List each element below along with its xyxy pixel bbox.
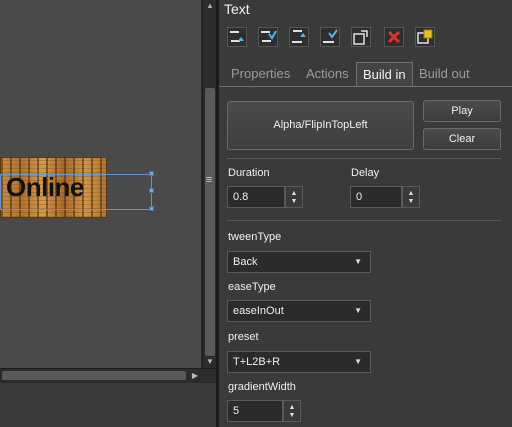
panel-title: Text [224, 1, 250, 17]
divider [227, 158, 501, 159]
align-bottom-down-icon [323, 29, 338, 43]
splitter-grip-icon[interactable]: ≡ [203, 174, 215, 186]
vertical-scroll-thumb[interactable] [205, 88, 215, 356]
tweentype-value: Back [233, 256, 258, 268]
preset-select[interactable]: T+L2B+R ▼ [227, 351, 371, 373]
divider [227, 220, 501, 221]
tweentype-label: tweenType [228, 231, 282, 243]
align-top-up-icon [230, 31, 244, 42]
canvas-bottom-strip [0, 382, 216, 427]
scroll-up-arrow-icon[interactable]: ▲ [203, 0, 217, 12]
delay-stepper[interactable]: ▲ ▼ [402, 186, 420, 208]
tab-underline [219, 86, 512, 87]
selection-box[interactable] [0, 174, 152, 210]
horizontal-scroll-thumb[interactable] [2, 371, 186, 380]
chevron-down-icon: ▼ [354, 306, 362, 315]
preset-label: preset [228, 331, 259, 343]
resize-handle-mid-right[interactable] [149, 188, 154, 193]
scroll-right-arrow-icon[interactable]: ▶ [189, 369, 201, 383]
chevron-down-icon: ▼ [354, 257, 362, 266]
canvas-horizontal-scrollbar[interactable]: ▶ [0, 368, 216, 382]
tweentype-select[interactable]: Back ▼ [227, 251, 371, 273]
animation-preset-button[interactable]: Alpha/FlipInTopLeft [227, 101, 414, 150]
export-button[interactable] [351, 27, 371, 47]
easetype-select[interactable]: easeInOut ▼ [227, 300, 371, 322]
delete-icon [387, 30, 401, 44]
chevron-down-icon: ▼ [354, 357, 362, 366]
gradientwidth-input[interactable]: 5 [227, 400, 283, 422]
align-top-down-button[interactable] [258, 27, 278, 47]
scroll-down-arrow-icon[interactable]: ▼ [203, 356, 217, 368]
delay-label: Delay [351, 167, 380, 179]
duration-input[interactable]: 0.8 [227, 186, 285, 208]
clear-button[interactable]: Clear [423, 128, 501, 150]
export-icon [353, 30, 368, 45]
align-top-up-button[interactable] [227, 27, 247, 47]
gradientwidth-stepper[interactable]: ▲ ▼ [283, 400, 301, 422]
easetype-value: easeInOut [233, 305, 284, 317]
tab-build-out[interactable]: Build out [413, 62, 476, 86]
resize-handle-top-right[interactable] [149, 171, 154, 176]
duration-label: Duration [228, 167, 270, 179]
align-bottom-up-icon [292, 30, 306, 43]
play-button[interactable]: Play [423, 100, 501, 122]
align-bottom-up-button[interactable] [289, 27, 309, 47]
tab-actions[interactable]: Actions [300, 62, 355, 86]
easetype-label: easeType [228, 281, 276, 293]
duration-stepper[interactable]: ▲ ▼ [285, 186, 303, 208]
preset-value: T+L2B+R [233, 356, 281, 368]
tab-build-in[interactable]: Build in [356, 62, 413, 86]
gradientwidth-label: gradientWidth [228, 381, 296, 393]
align-top-down-icon [261, 30, 277, 42]
tab-properties[interactable]: Properties [225, 62, 296, 86]
delay-input[interactable]: 0 [350, 186, 402, 208]
lock-button[interactable] [415, 27, 435, 47]
align-bottom-down-button[interactable] [320, 27, 340, 47]
resize-handle-bottom-right[interactable] [149, 206, 154, 211]
lock-icon [417, 29, 433, 44]
delete-button[interactable] [384, 27, 404, 47]
